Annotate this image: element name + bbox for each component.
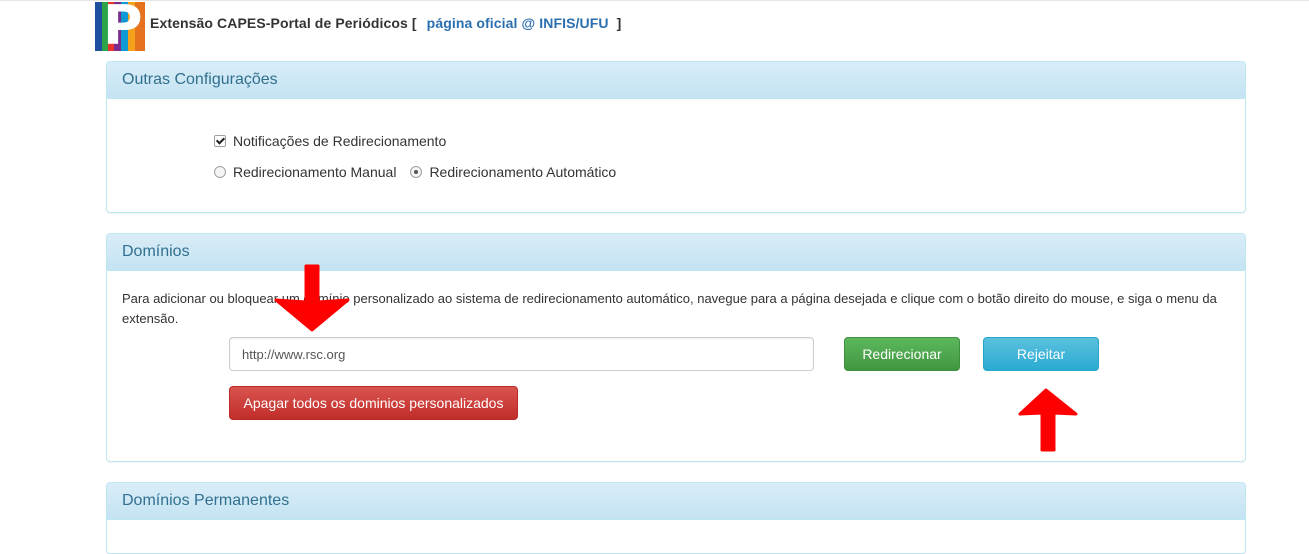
redirect-mode-options: Redirecionamento Manual Redirecionamento… — [214, 164, 616, 180]
auto-redirect-radio[interactable] — [410, 166, 423, 178]
permanent-domains-panel: Domínios Permanentes — [106, 482, 1246, 554]
page-header: P Extensão CAPES-Portal de Periódicos [ p… — [95, 2, 621, 51]
manual-redirect-label: Redirecionamento Manual — [233, 164, 397, 180]
notifications-label: Notificações de Redirecionamento — [233, 133, 447, 149]
title-text: Extensão CAPES-Portal de Periódicos [ — [150, 14, 417, 31]
official-page-link[interactable]: página oficial @ INFIS/UFU — [427, 15, 609, 31]
notifications-option[interactable]: Notificações de Redirecionamento — [214, 133, 446, 149]
clear-domains-button[interactable]: Apagar todos os dominios personalizados — [229, 386, 518, 420]
top-border — [0, 0, 1309, 1]
other-settings-heading: Outras Configurações — [107, 62, 1245, 99]
reject-button[interactable]: Rejeitar — [983, 337, 1099, 371]
manual-redirect-radio[interactable] — [214, 166, 226, 178]
other-settings-panel: Outras Configurações Notificações de Red… — [106, 61, 1246, 213]
notifications-checkbox[interactable] — [214, 135, 226, 147]
portal-periodicos-logo-icon: P — [95, 2, 145, 51]
permanent-domains-heading: Domínios Permanentes — [107, 483, 1245, 520]
redirect-button[interactable]: Redirecionar — [844, 337, 960, 371]
title-close-bracket: ] — [616, 14, 622, 31]
page-title: Extensão CAPES-Portal de Periódicos [ pág… — [150, 15, 621, 31]
down-arrow-annotation-icon — [274, 264, 350, 332]
auto-redirect-label: Redirecionamento Automático — [429, 164, 617, 180]
domain-url-input[interactable] — [229, 337, 814, 371]
up-arrow-annotation-icon — [1018, 388, 1078, 452]
